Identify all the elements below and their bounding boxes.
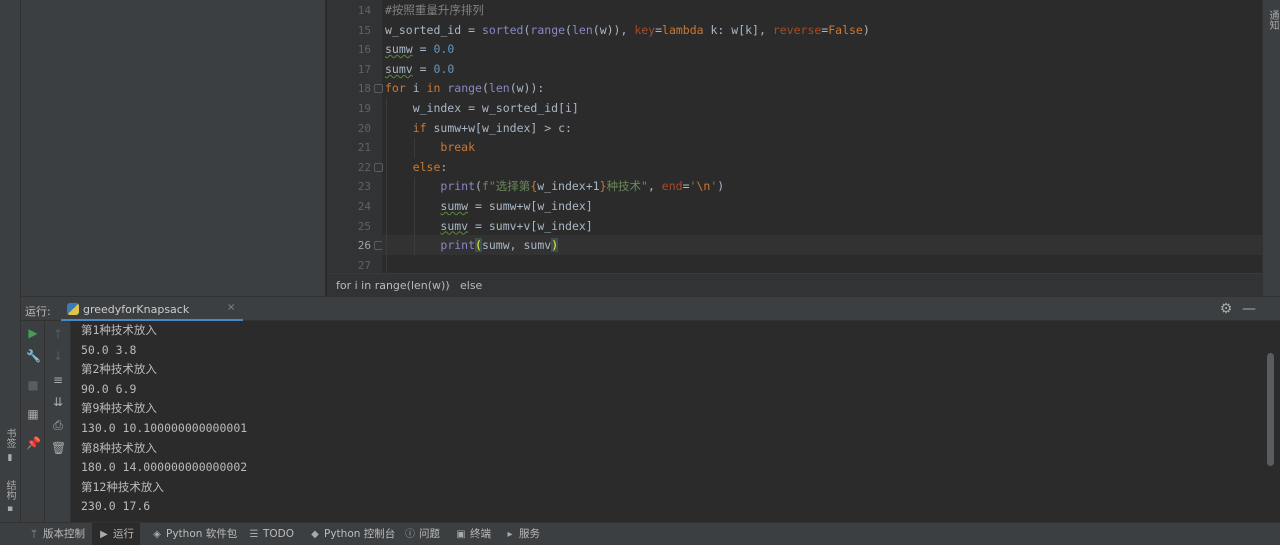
console-output-line: 第9种技术放入 <box>81 401 157 416</box>
right-tool-stripe: 通知 <box>1262 0 1280 296</box>
breadcrumb: for i in range(len(w)) › else <box>327 273 1262 296</box>
packages-icon: ◈ <box>153 529 161 540</box>
console-output-line: 130.0 10.100000000000001 <box>81 421 248 435</box>
breadcrumb-item-for[interactable]: for i in range(len(w)) <box>336 279 450 292</box>
pin-icon[interactable]: 📌 <box>26 436 41 450</box>
close-icon[interactable]: × <box>227 302 235 313</box>
python-console-icon: ◆ <box>311 529 319 540</box>
console-output-line: 第8种技术放入 <box>81 440 157 455</box>
run-button[interactable]: ▶ 运行 <box>92 523 140 545</box>
console-toolbar: ↑ ↓ ≡ ⇊ ⎙ 🗑 <box>45 321 71 522</box>
line-number: 14 <box>357 4 371 17</box>
code-editor[interactable]: 14 15 16 17 18 19 20 21 22 23 24 25 26 27 #按照重量升序排列 w_… <box>327 0 1262 274</box>
console-output-line: 第1种技术放入 <box>81 323 157 337</box>
console-output-line: 第12种技术放入 <box>81 479 164 494</box>
version-control-button[interactable]: ᛘ 版本控制 <box>28 523 85 545</box>
run-icon: ▶ <box>100 529 108 540</box>
line-number: 26 <box>357 239 371 253</box>
run-tab-greedyforKnapsack[interactable]: greedyforKnapsack × <box>61 297 243 321</box>
code-line[interactable]: else: <box>385 158 448 178</box>
code-line[interactable]: sumv = sumv+v[w_index] <box>385 217 592 237</box>
code-line[interactable]: break <box>385 138 475 158</box>
run-panel-title: 运行: <box>25 305 51 318</box>
run-console[interactable]: 第1种技术放入 50.0 3.8 第2种技术放入 90.0 6.9 第9种技术放入 130… <box>71 321 1263 522</box>
console-output-line: 50.0 3.8 <box>81 342 137 357</box>
terminal-button[interactable]: ▣ 终端 <box>455 523 491 545</box>
console-scrollbar[interactable] <box>1263 321 1280 522</box>
line-number: 24 <box>357 200 371 213</box>
project-panel <box>21 0 326 296</box>
notifications-stripe-button[interactable]: 通知 <box>1265 10 1280 30</box>
line-number: 18 <box>357 82 371 96</box>
run-toolbar: ▶ 🔧 ■ ▦ 📌 <box>21 321 45 522</box>
line-number: 23 <box>357 180 371 194</box>
minimize-icon[interactable]: — <box>1241 301 1257 317</box>
code-area[interactable]: #按照重量升序排列 w_sorted_id = sorted(range(len(… <box>382 0 1262 274</box>
run-tab-label: greedyforKnapsack <box>83 303 190 316</box>
layout-icon[interactable]: ▦ <box>26 407 40 421</box>
python-file-icon <box>67 303 79 315</box>
line-number: 16 <box>357 43 371 57</box>
print-icon[interactable]: ⎙ <box>51 418 65 432</box>
scrollbar-thumb[interactable] <box>1267 353 1274 466</box>
todo-button[interactable]: ☰ TODO <box>248 523 295 545</box>
console-output-line: 230.0 17.6 <box>81 499 151 514</box>
stop-icon[interactable]: ■ <box>26 378 40 392</box>
arrow-up-icon[interactable]: ↑ <box>51 327 65 341</box>
scroll-to-end-icon[interactable]: ⇊ <box>51 395 65 409</box>
console-output-line: 180.0 14.000000000000002 <box>81 460 248 475</box>
gear-icon[interactable]: ⚙ <box>1218 301 1234 317</box>
line-number: 21 <box>357 141 371 155</box>
console-output-line: 第2种技术放入 <box>81 362 157 377</box>
rerun-icon[interactable]: ▶ <box>26 326 40 340</box>
python-console-button[interactable]: ◆ Python 控制台 <box>309 523 395 545</box>
wrench-icon[interactable]: 🔧 <box>26 349 41 363</box>
line-number: 15 <box>357 23 371 37</box>
code-line[interactable]: w_index = w_sorted_id[i] <box>385 99 579 119</box>
code-line[interactable]: sumw = sumw+w[w_index] <box>385 197 592 217</box>
run-panel-header: 运行: greedyforKnapsack × ⚙ — <box>21 296 1280 321</box>
bookmarks-stripe-button[interactable]: 书签 <box>3 428 17 448</box>
problems-icon: ⓘ <box>405 529 415 540</box>
bookmark-icon: ▮ <box>7 453 13 463</box>
line-number: 25 <box>357 219 371 233</box>
services-button[interactable]: ▸ 服务 <box>504 523 540 545</box>
soft-wrap-icon[interactable]: ≡ <box>51 373 65 387</box>
git-branch-icon: ᛘ <box>31 529 37 540</box>
breadcrumb-separator: › <box>446 279 451 292</box>
code-line[interactable]: sumw = 0.0 <box>385 40 454 60</box>
line-number: 19 <box>357 102 371 115</box>
left-tool-stripe: 书签 ▮ 结构 ▪ <box>0 0 21 522</box>
terminal-icon: ▣ <box>456 529 466 540</box>
structure-icon: ▪ <box>6 504 14 514</box>
tool-window-bar: ᛘ 版本控制 ▶ 运行 ◈ Python 软件包 ☰ TODO ◆ Python 控制台 … <box>0 522 1280 545</box>
line-number: 17 <box>357 62 371 76</box>
trash-icon[interactable]: 🗑 <box>51 441 66 455</box>
console-output-line: 90.0 6.9 <box>81 381 137 396</box>
line-number: 22 <box>357 160 371 174</box>
problems-button[interactable]: ⓘ 问题 <box>404 523 440 545</box>
arrow-down-icon[interactable]: ↓ <box>51 349 65 363</box>
todo-list-icon: ☰ <box>249 529 259 540</box>
breadcrumb-item-else[interactable]: else <box>460 279 482 292</box>
code-line[interactable]: print(sumw, sumv) <box>385 236 559 256</box>
python-packages-button[interactable]: ◈ Python 软件包 <box>151 523 237 545</box>
code-line[interactable]: sumv = 0.0 <box>385 60 454 80</box>
line-number: 20 <box>357 121 371 135</box>
services-icon: ▸ <box>507 529 513 540</box>
editor-gutter: 14 15 16 17 18 19 20 21 22 23 24 25 26 27 <box>327 0 383 273</box>
code-line[interactable]: w_sorted_id = sorted(range(len(w)), key=… <box>385 21 870 41</box>
code-line[interactable]: if sumw+w[w_index] > c: <box>385 119 572 139</box>
code-line[interactable]: for i in range(len(w)): <box>385 79 544 99</box>
code-line[interactable]: print(f"选择第{w_index+1}种技术", end='\n') <box>385 177 724 197</box>
structure-stripe-button[interactable]: 结构 <box>3 480 17 500</box>
code-line[interactable]: #按照重量升序排列 <box>385 1 484 21</box>
